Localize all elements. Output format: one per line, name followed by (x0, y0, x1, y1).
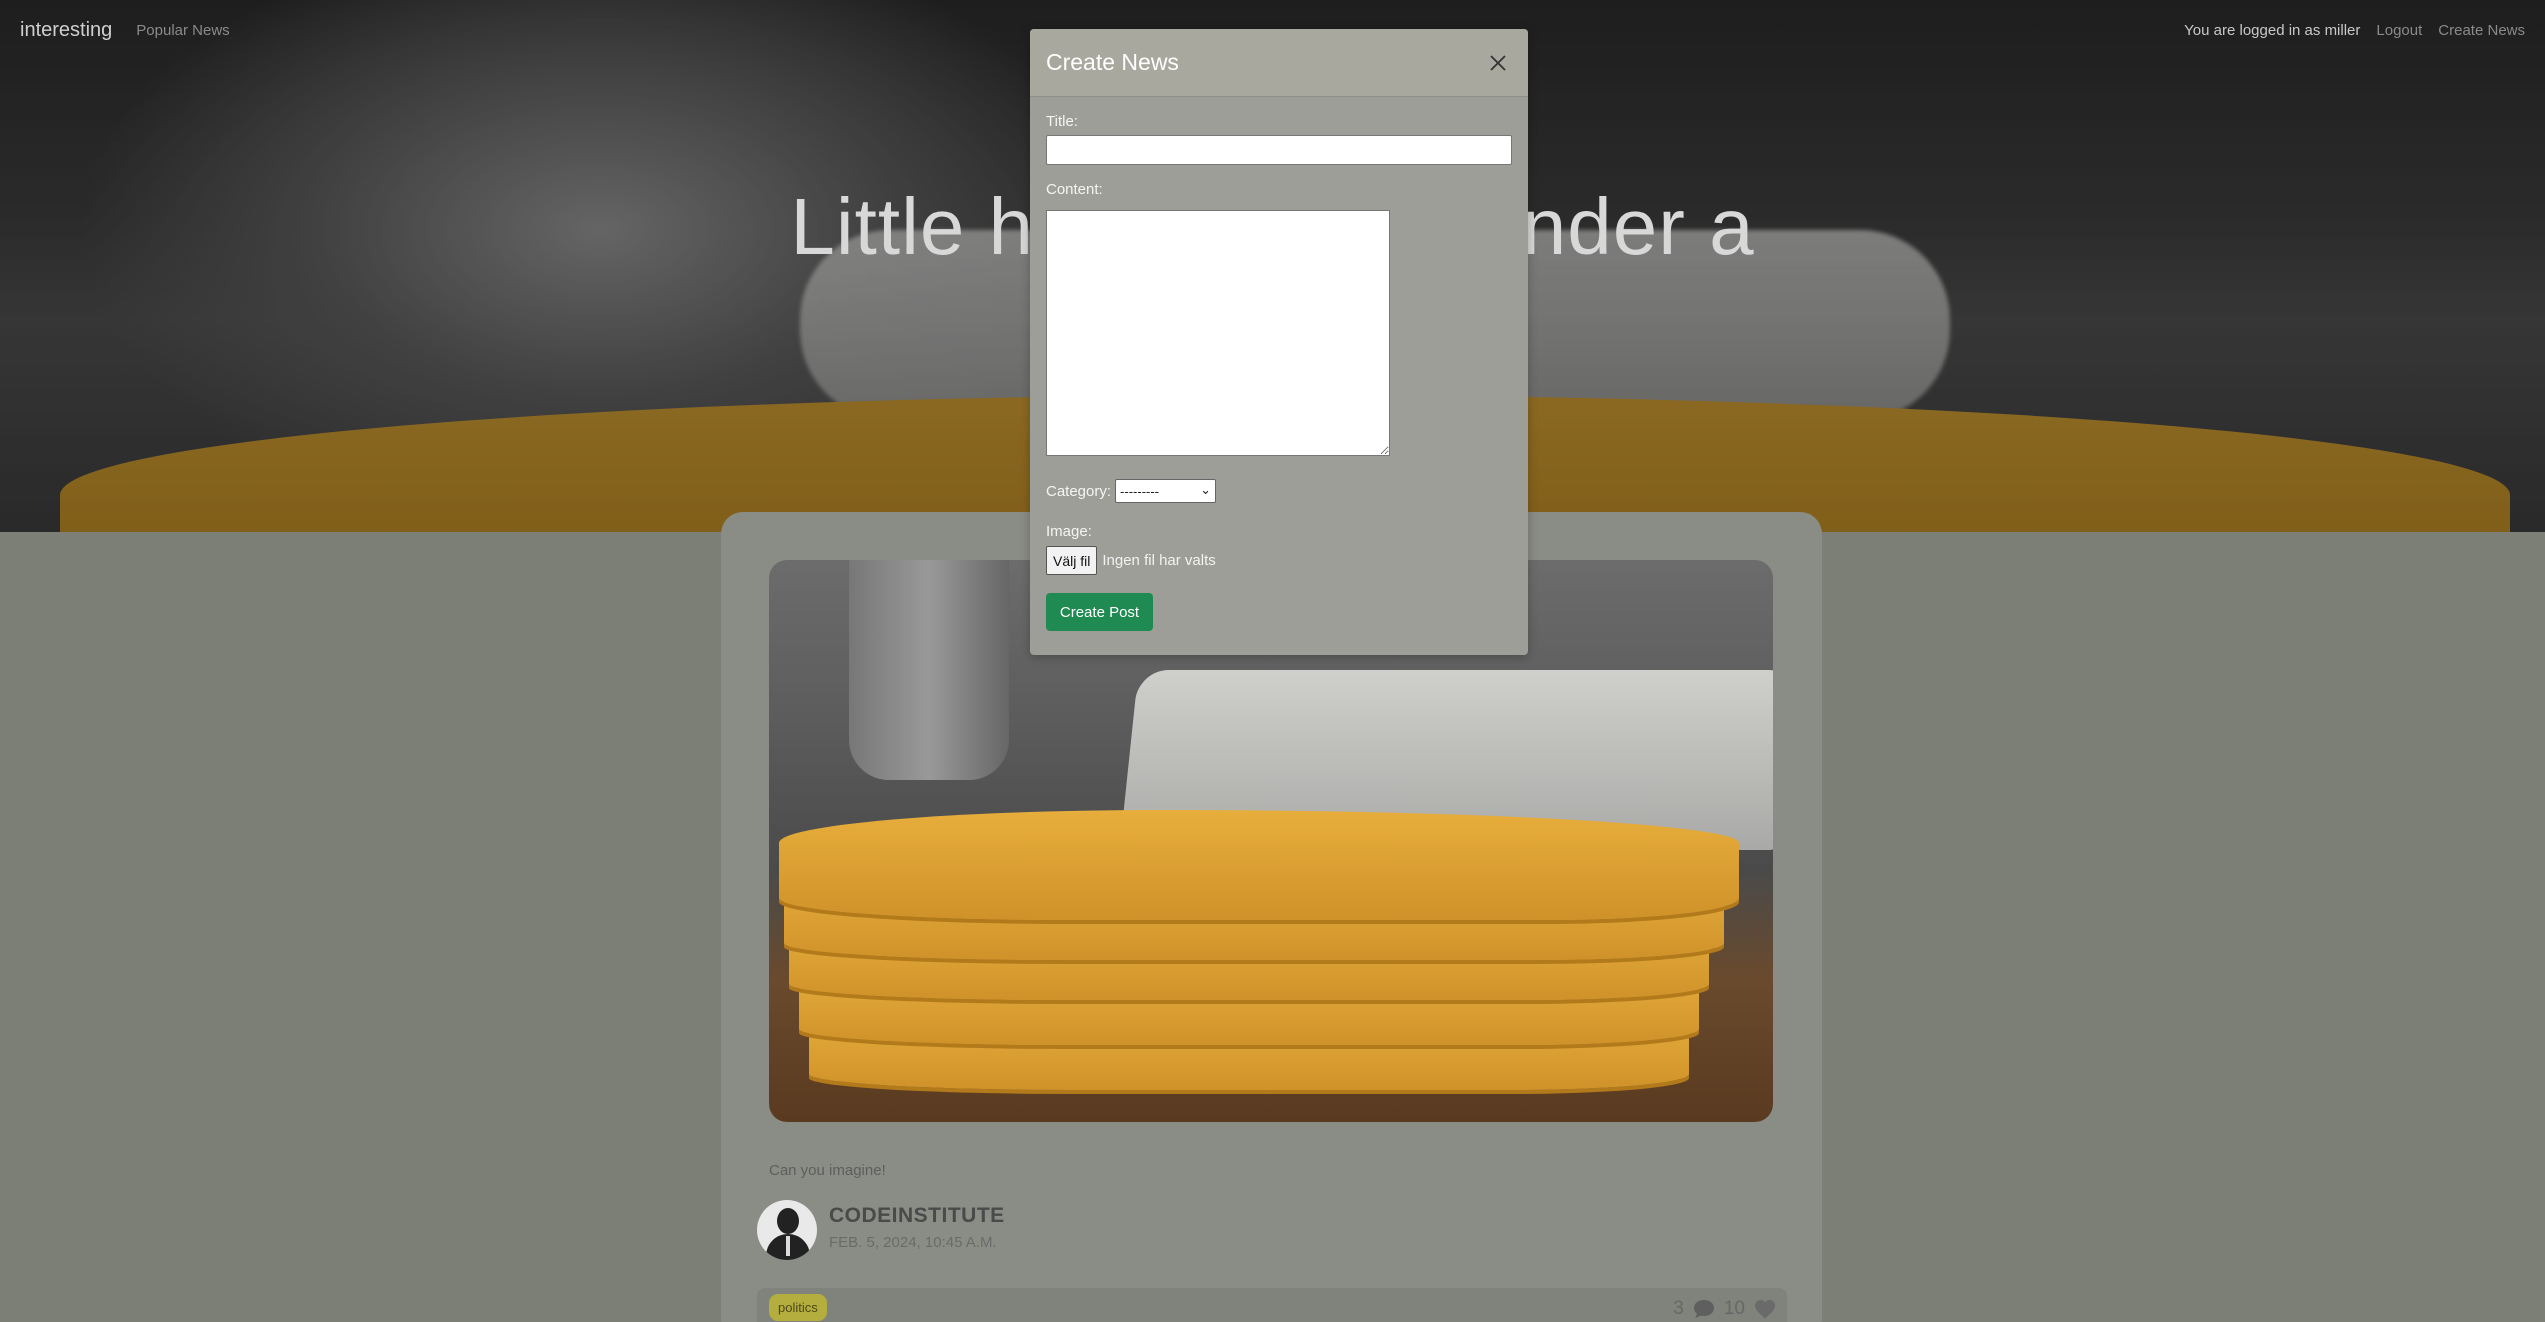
category-row: Category: --------- ⌄ (1046, 479, 1512, 503)
category-select[interactable]: --------- ⌄ (1115, 479, 1217, 503)
category-label: Category: (1046, 482, 1112, 500)
content-textarea[interactable] (1046, 210, 1390, 456)
close-icon (1490, 54, 1506, 71)
modal-body: Title: Content: Category: --------- ⌄ Im… (1030, 97, 1528, 647)
category-selected-value: --------- (1120, 483, 1160, 499)
title-label: Title: (1046, 113, 1078, 130)
image-label: Image: (1046, 523, 1092, 540)
file-input-row: Välj fil Ingen fil har valts (1046, 546, 1512, 575)
modal-header: Create News (1030, 29, 1528, 97)
modal-title: Create News (1046, 49, 1179, 75)
close-button[interactable] (1484, 49, 1512, 77)
title-input[interactable] (1046, 135, 1512, 165)
choose-file-button[interactable]: Välj fil (1046, 546, 1098, 575)
content-label: Content: (1046, 181, 1103, 198)
chevron-down-icon: ⌄ (1200, 482, 1212, 497)
create-news-modal: Create News Title: Content: Category: --… (1030, 29, 1528, 655)
file-status-text: Ingen fil har valts (1102, 552, 1216, 569)
create-post-button[interactable]: Create Post (1046, 593, 1153, 631)
